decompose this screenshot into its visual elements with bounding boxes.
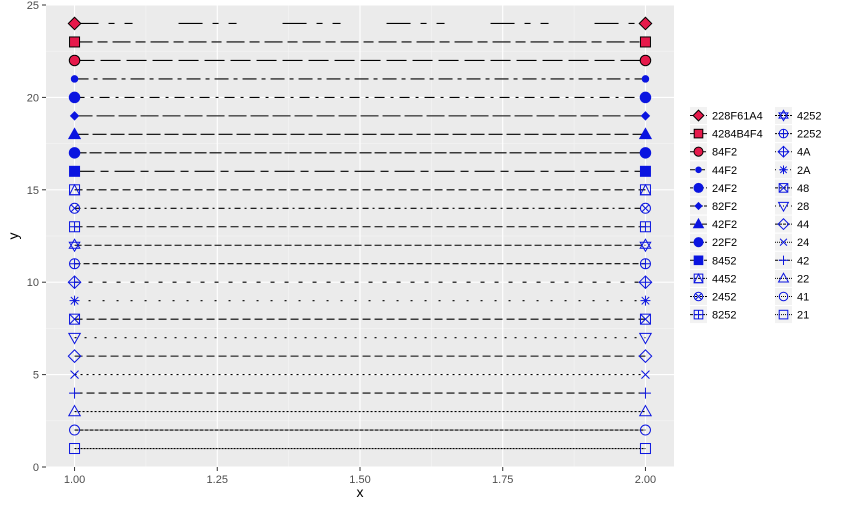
- legend-item-4284B4F4: 4284B4F4: [690, 125, 763, 143]
- chart: 1.00 1.25 1.50 1.75 2.00 0 5 10 15 20 25 x y 228F6…: [0, 0, 849, 507]
- x-axis-title: x: [357, 484, 364, 500]
- data-point-22F2: [68, 147, 81, 159]
- y-tick-label: 10: [27, 277, 39, 289]
- legend-label: 4284B4F4: [712, 129, 763, 141]
- y-tick-label: 5: [33, 370, 39, 382]
- data-point-84F2: [68, 54, 81, 67]
- legend-label: 82F2: [712, 201, 737, 213]
- legend-item-24F2: 24F2: [690, 179, 737, 197]
- data-point-2252: [639, 258, 651, 270]
- legend-label: 21: [797, 310, 809, 322]
- data-point-4284B4F4: [69, 36, 81, 48]
- legend-item-44: 44: [775, 215, 809, 233]
- legend-item-28: 28: [775, 197, 809, 215]
- legend-item-82F2: 82F2: [690, 197, 737, 215]
- legend-marker-2A: [779, 165, 788, 175]
- data-point-2A: [69, 295, 80, 306]
- legend-label: 24: [797, 237, 809, 249]
- y-tick-label: 15: [27, 185, 39, 197]
- legend-label: 22: [797, 273, 809, 285]
- legend-label: 28: [797, 201, 809, 213]
- legend-label: 4252: [797, 111, 821, 123]
- legend-item-42: 42: [775, 251, 809, 269]
- legend-label: 2252: [797, 129, 821, 141]
- legend-item-84F2: 84F2: [690, 143, 737, 161]
- legend-item-2A: 2A: [775, 161, 811, 179]
- legend-item-8452: 8452: [690, 251, 736, 269]
- legend-item-48: 48: [775, 179, 809, 197]
- legend-label: 24F2: [712, 183, 737, 195]
- legend-label: 22F2: [712, 237, 737, 249]
- x-tick-label: 1.00: [64, 474, 85, 486]
- legend-label: 4A: [797, 147, 811, 159]
- legend-item-2252: 2252: [775, 125, 821, 143]
- legend-label: 44F2: [712, 165, 737, 177]
- legend-label: 42F2: [712, 219, 737, 231]
- data-point-2A: [640, 295, 651, 306]
- legend-label: 42: [797, 255, 809, 267]
- legend: 228F61A4 4284B4F4 84F2 44F2 24F2 82F2 42F2 22F2…: [690, 107, 821, 324]
- data-point-8452: [69, 165, 81, 177]
- y-tick-label: 20: [27, 92, 39, 104]
- data-point-22F2: [639, 147, 652, 159]
- legend-item-21: 21: [775, 306, 809, 324]
- data-point-24F2: [68, 91, 81, 104]
- legend-item-24: 24: [775, 233, 809, 251]
- legend-item-44F2: 44F2: [690, 161, 737, 179]
- legend-item-42F2: 42F2: [690, 215, 737, 233]
- legend-label: 8452: [712, 255, 736, 267]
- legend-marker-8452: [693, 255, 704, 266]
- legend-marker-44F2: [695, 166, 702, 174]
- chart-svg: 1.00 1.25 1.50 1.75 2.000510152025 x y 228F6…: [5, 0, 821, 500]
- x-tick-label: 1.75: [492, 474, 513, 486]
- legend-item-4252: 4252: [775, 107, 821, 124]
- legend-item-2452: 2452: [690, 288, 736, 305]
- legend-item-4452: 4452: [690, 269, 736, 287]
- legend-label: 84F2: [712, 147, 737, 159]
- legend-marker-22F2: [693, 237, 704, 248]
- legend-marker-84F2: [693, 146, 704, 157]
- legend-item-41: 41: [775, 288, 809, 305]
- legend-label: 228F61A4: [712, 111, 763, 123]
- legend-item-22: 22: [775, 269, 809, 287]
- data-point-8452: [639, 165, 651, 177]
- y-tick-label: 0: [33, 462, 39, 474]
- data-point-2252: [69, 258, 81, 270]
- legend-label: 4452: [712, 273, 736, 285]
- x-tick-label: 1.25: [207, 474, 228, 486]
- y-tick-label: 25: [27, 0, 39, 12]
- legend-item-4A: 4A: [775, 143, 811, 161]
- data-point-44F2: [641, 75, 650, 83]
- legend-label: 8252: [712, 310, 736, 322]
- legend-marker-2252: [778, 128, 789, 139]
- x-tick-label: 2.00: [635, 474, 656, 486]
- legend-label: 2A: [797, 165, 811, 177]
- legend-label: 44: [797, 219, 809, 231]
- legend-label: 48: [797, 183, 809, 195]
- legend-item-22F2: 22F2: [690, 233, 737, 251]
- legend-marker-4284B4F4: [693, 128, 704, 139]
- data-point-24F2: [639, 91, 652, 104]
- data-point-44F2: [70, 75, 79, 83]
- data-point-4284B4F4: [639, 36, 651, 48]
- legend-item-228F61A4: 228F61A4: [690, 107, 763, 124]
- legend-label: 41: [797, 292, 809, 304]
- legend-label: 2452: [712, 292, 736, 304]
- data-point-84F2: [639, 54, 652, 67]
- y-axis-title: y: [5, 233, 21, 240]
- legend-item-8252: 8252: [690, 306, 736, 324]
- legend-marker-24F2: [693, 182, 704, 193]
